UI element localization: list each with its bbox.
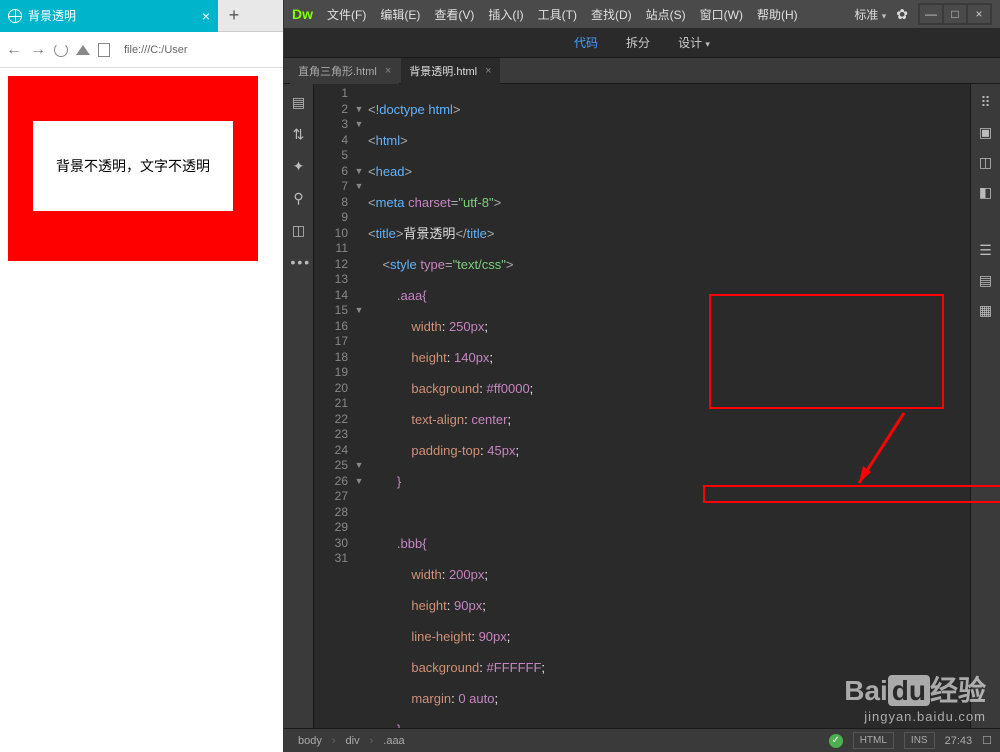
doc-tab-2[interactable]: 背景透明.html × [401, 58, 499, 84]
view-design[interactable]: 设计 ▾ [678, 34, 710, 51]
nav-back-icon[interactable]: ← [6, 41, 22, 59]
snippets-icon[interactable]: ◧ [978, 184, 994, 200]
menu-help[interactable]: 帮助(H) [757, 6, 798, 23]
menu-tools[interactable]: 工具(T) [538, 6, 577, 23]
crumb-class[interactable]: .aaa [377, 733, 410, 749]
css-icon[interactable]: ☰ [978, 242, 994, 258]
new-tab-button[interactable]: + [218, 5, 250, 26]
crumb-div[interactable]: div [340, 733, 366, 749]
left-toolbar: ▤ ⇅ ✦ ⚲ ◫ ••• [284, 84, 314, 728]
file-manage-icon[interactable]: ▤ [291, 94, 307, 110]
home-icon[interactable] [76, 45, 90, 55]
status-ins[interactable]: INS [904, 732, 935, 749]
view-split[interactable]: 拆分 [626, 34, 650, 51]
document-tabs: 直角三角形.html × 背景透明.html × [284, 58, 1000, 84]
tab-label: 直角三角形.html [298, 63, 377, 79]
layout-dropdown[interactable]: 标准 ▾ [854, 6, 886, 23]
doc-tab-1[interactable]: 直角三角形.html × [290, 58, 399, 84]
reader-icon[interactable] [98, 43, 110, 57]
wand-icon[interactable]: ✦ [291, 158, 307, 174]
browser-viewport: 背景不透明，文字不透明 [0, 68, 283, 269]
menu-insert[interactable]: 插入(I) [488, 6, 523, 23]
close-icon[interactable]: × [385, 65, 391, 77]
status-screen-icon[interactable]: ☐ [982, 734, 992, 747]
preview-inner-box: 背景不透明，文字不透明 [33, 121, 233, 211]
code-editor[interactable]: 1234567891011121314151617181920212223242… [314, 84, 970, 728]
close-tab-icon[interactable]: × [202, 8, 210, 24]
view-code[interactable]: 代码 [574, 34, 598, 51]
window-controls: — □ × [918, 3, 992, 25]
pin-icon[interactable]: ⚲ [291, 190, 307, 206]
menu-window[interactable]: 窗口(W) [700, 6, 743, 23]
browser-tab-active[interactable]: 背景透明 × [0, 0, 218, 32]
preview-outer-box: 背景不透明，文字不透明 [8, 76, 258, 261]
dw-logo: Dw [292, 6, 313, 22]
menu-site[interactable]: 站点(S) [646, 6, 686, 23]
status-bar: body › div › .aaa ✓ HTML INS 27:43 ☐ [284, 728, 1000, 752]
code-lines: <!doctype html> <html> <head> <meta char… [368, 86, 970, 728]
dw-titlebar: Dw 文件(F) 编辑(E) 查看(V) 插入(I) 工具(T) 查找(D) 站… [284, 0, 1000, 28]
address-bar[interactable]: file:///C:/User [118, 44, 277, 56]
line-gutter: 1234567891011121314151617181920212223242… [314, 84, 352, 567]
site-icon[interactable]: ⠿ [978, 94, 994, 110]
menu-file[interactable]: 文件(F) [327, 6, 366, 23]
menu-view[interactable]: 查看(V) [434, 6, 474, 23]
close-button[interactable]: × [968, 5, 990, 23]
status-lang[interactable]: HTML [853, 732, 894, 749]
close-icon[interactable]: × [485, 65, 491, 77]
fold-gutter: ▼▼▼▼▼▼▼ [352, 84, 366, 567]
dreamweaver-window: Dw 文件(F) 编辑(E) 查看(V) 插入(I) 工具(T) 查找(D) 站… [284, 0, 1000, 752]
refresh-icon[interactable] [54, 43, 68, 57]
tab-title: 背景透明 [28, 7, 76, 24]
browser-tab-bar: 背景透明 × + [0, 0, 283, 32]
nav-forward-icon[interactable]: → [30, 41, 46, 59]
layers-icon[interactable]: ◫ [978, 154, 994, 170]
calendar-icon[interactable]: ▦ [978, 302, 994, 318]
comment-icon[interactable]: ◫ [291, 222, 307, 238]
crumb-body[interactable]: body [292, 733, 328, 749]
more-icon[interactable]: ••• [291, 254, 307, 270]
right-toolbar: ⠿ ▣ ◫ ◧ ☰ ▤ ▦ [970, 84, 1000, 728]
maximize-button[interactable]: □ [944, 5, 966, 23]
main-area: ▤ ⇅ ✦ ⚲ ◫ ••• 12345678910111213141516171… [284, 84, 1000, 728]
browser-toolbar: ← → file:///C:/User [0, 32, 283, 68]
menu-edit[interactable]: 编辑(E) [380, 6, 420, 23]
sort-icon[interactable]: ⇅ [291, 126, 307, 142]
image-icon[interactable]: ▣ [978, 124, 994, 140]
status-ok-icon[interactable]: ✓ [829, 734, 843, 748]
watermark: Baidu经验 jingyan.baidu.com [844, 669, 986, 724]
globe-icon [8, 9, 22, 23]
browser-preview-panel: 背景透明 × + ← → file:///C:/User 背景不透明，文字不透明 [0, 0, 284, 752]
status-position: 27:43 [945, 735, 973, 747]
gear-icon[interactable]: ✿ [896, 6, 908, 23]
view-switcher: 代码 拆分 设计 ▾ [284, 28, 1000, 58]
tab-label: 背景透明.html [409, 63, 477, 79]
files-icon[interactable]: ▤ [978, 272, 994, 288]
minimize-button[interactable]: — [920, 5, 942, 23]
menu-find[interactable]: 查找(D) [591, 6, 632, 23]
